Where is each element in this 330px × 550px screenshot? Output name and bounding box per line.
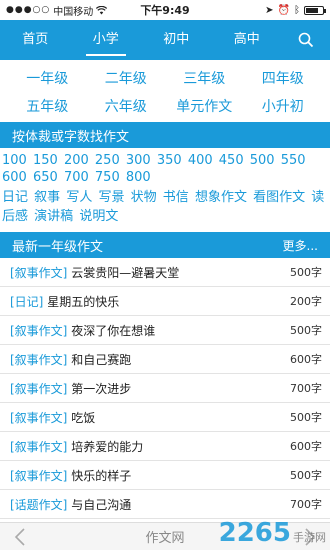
grade-link[interactable]: 六年级 xyxy=(87,96,166,116)
list-item[interactable]: [叙事作文] 吃饭 500字 xyxy=(0,403,330,432)
essay-category: [叙事作文] xyxy=(10,323,68,338)
grade-link[interactable]: 四年级 xyxy=(244,68,323,88)
essay-title: 吃饭 xyxy=(71,410,96,425)
section-title: 按体裁或字数找作文 xyxy=(12,129,130,145)
list-item[interactable]: [叙事作文] 第一次进步 700字 xyxy=(0,374,330,403)
list-item[interactable]: [日记] 星期五的快乐 200字 xyxy=(0,287,330,316)
wifi-icon xyxy=(96,5,108,14)
word-count: 600字 xyxy=(290,440,322,453)
word-count-link[interactable]: 800 xyxy=(126,170,151,185)
genre-link[interactable]: 写人 xyxy=(66,190,92,205)
search-button[interactable] xyxy=(282,20,330,60)
word-count-link[interactable]: 150 xyxy=(33,153,58,168)
more-link[interactable]: 更多... xyxy=(283,237,318,254)
essay-title: 夜深了你在想谁 xyxy=(71,323,156,338)
word-count-link[interactable]: 500 xyxy=(250,153,275,168)
word-count-link[interactable]: 750 xyxy=(95,170,120,185)
genre-links: 日记 叙事 写人 写景 状物 书信 想象作文 看图作文 读后感 演讲稿 说明文 xyxy=(0,186,330,232)
list-item[interactable]: [叙事作文] 和自己赛跑 600字 xyxy=(0,345,330,374)
word-count-link[interactable]: 350 xyxy=(157,153,182,168)
list-item[interactable]: [叙事作文] 快乐的样子 500字 xyxy=(0,461,330,490)
essay-list: [叙事作文] 云裳贵阳—避暑天堂 500字 [日记] 星期五的快乐 200字 [… xyxy=(0,258,330,519)
essay-category: [叙事作文] xyxy=(10,265,68,280)
page-title: 作文网 xyxy=(145,531,185,546)
genre-link[interactable]: 书信 xyxy=(163,190,189,205)
word-count: 200字 xyxy=(290,295,322,308)
status-bar: ●●●○○ 中国移动 下午9:49 ➤ ⏰ ᛒ xyxy=(0,0,330,20)
section-title: 最新一年级作文 xyxy=(12,239,104,255)
genre-link[interactable]: 日记 xyxy=(2,190,28,205)
essay-category: [叙事作文] xyxy=(10,468,68,483)
grade-link[interactable]: 小升初 xyxy=(244,96,323,116)
word-count-link[interactable]: 450 xyxy=(219,153,244,168)
essay-title: 和自己赛跑 xyxy=(71,352,132,367)
search-icon xyxy=(298,32,314,48)
word-count: 500字 xyxy=(290,266,322,279)
back-arrow-icon[interactable] xyxy=(14,527,26,547)
list-item[interactable]: [叙事作文] 夜深了你在想谁 500字 xyxy=(0,316,330,345)
genre-link[interactable]: 说明文 xyxy=(79,209,118,224)
tab-high-school[interactable]: 高中 xyxy=(212,20,283,60)
bluetooth-icon: ᛒ xyxy=(294,4,300,16)
essay-category: [叙事作文] xyxy=(10,410,68,425)
essay-category: [叙事作文] xyxy=(10,439,68,454)
word-count: 500字 xyxy=(290,324,322,337)
essay-title: 云裳贵阳—避暑天堂 xyxy=(71,265,180,280)
alarm-icon: ⏰ xyxy=(277,4,290,16)
word-count-link[interactable]: 650 xyxy=(33,170,58,185)
word-count: 700字 xyxy=(290,498,322,511)
essay-category: [日记] xyxy=(10,294,44,309)
top-navigation: 首页 小学 初中 高中 xyxy=(0,20,330,60)
grade-links: 一年级 二年级 三年级 四年级 五年级 六年级 单元作文 小升初 xyxy=(0,60,330,122)
word-count-link[interactable]: 400 xyxy=(188,153,213,168)
essay-title: 与自己沟通 xyxy=(71,497,132,512)
word-count-link[interactable]: 600 xyxy=(2,170,27,185)
essay-title: 第一次进步 xyxy=(71,381,132,396)
genre-link[interactable]: 演讲稿 xyxy=(34,209,73,224)
list-item[interactable]: [叙事作文] 云裳贵阳—避暑天堂 500字 xyxy=(0,258,330,287)
word-count-link[interactable]: 300 xyxy=(126,153,151,168)
word-count: 700字 xyxy=(290,382,322,395)
watermark-logo: 2265 手游网 xyxy=(218,518,326,548)
word-count: 600字 xyxy=(290,353,322,366)
list-item[interactable]: [话题作文] 与自己沟通 700字 xyxy=(0,490,330,519)
list-item[interactable]: [叙事作文] 培养爱的能力 600字 xyxy=(0,432,330,461)
signal-icon: ●●●○○ xyxy=(6,5,51,15)
grade-link[interactable]: 五年级 xyxy=(8,96,87,116)
word-count-link[interactable]: 100 xyxy=(2,153,27,168)
genre-link[interactable]: 叙事 xyxy=(34,190,60,205)
genre-search-header: 按体裁或字数找作文 xyxy=(0,122,330,148)
tab-home[interactable]: 首页 xyxy=(0,20,71,60)
genre-link[interactable]: 写景 xyxy=(98,190,124,205)
essay-category: [叙事作文] xyxy=(10,352,68,367)
grade-link[interactable]: 二年级 xyxy=(87,68,166,88)
word-count-link[interactable]: 250 xyxy=(95,153,120,168)
genre-link[interactable]: 想象作文 xyxy=(195,190,247,205)
grade-link[interactable]: 三年级 xyxy=(165,68,244,88)
word-count: 500字 xyxy=(290,411,322,424)
essay-title: 快乐的样子 xyxy=(71,468,132,483)
word-count-links: 100 150 200 250 300 350 400 450 500 550 … xyxy=(0,148,330,186)
genre-link[interactable]: 看图作文 xyxy=(253,190,305,205)
tab-middle-school[interactable]: 初中 xyxy=(141,20,212,60)
word-count: 500字 xyxy=(290,469,322,482)
location-icon: ➤ xyxy=(265,4,274,16)
essay-category: [叙事作文] xyxy=(10,381,68,396)
tab-primary-school[interactable]: 小学 xyxy=(71,20,142,60)
latest-essays-header: 最新一年级作文 更多... xyxy=(0,232,330,258)
essay-title: 星期五的快乐 xyxy=(47,294,120,309)
carrier-label: 中国移动 xyxy=(53,6,94,18)
essay-category: [话题作文] xyxy=(10,497,68,512)
grade-link[interactable]: 一年级 xyxy=(8,68,87,88)
battery-icon xyxy=(304,5,326,15)
word-count-link[interactable]: 700 xyxy=(64,170,89,185)
grade-link[interactable]: 单元作文 xyxy=(165,96,244,116)
word-count-link[interactable]: 200 xyxy=(64,153,89,168)
essay-title: 培养爱的能力 xyxy=(71,439,144,454)
word-count-link[interactable]: 550 xyxy=(281,153,306,168)
genre-link[interactable]: 状物 xyxy=(131,190,157,205)
